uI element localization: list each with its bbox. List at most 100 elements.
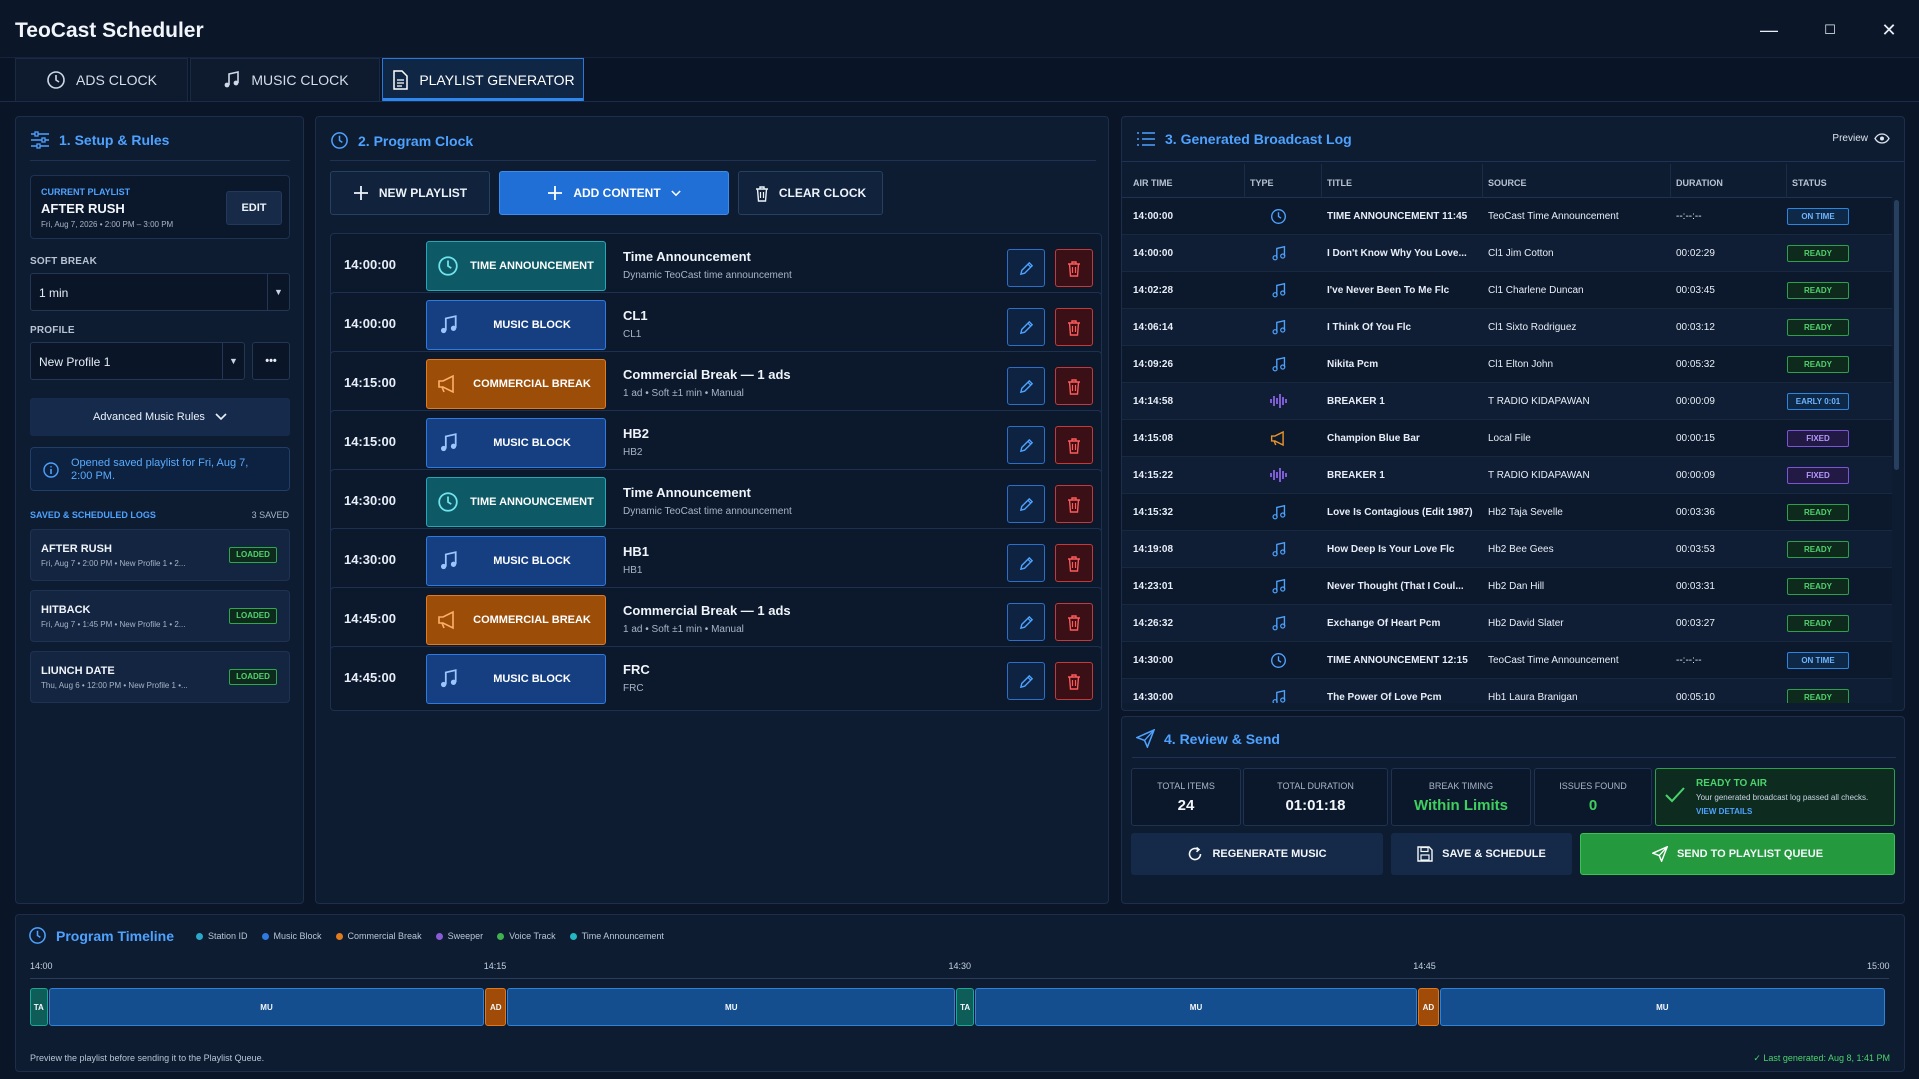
chevron-down-icon: ▼ xyxy=(267,274,289,310)
broadcast-log-title: 3. Generated Broadcast Log xyxy=(1136,131,1352,147)
saved-log-item[interactable]: LIUNCH DATE Thu, Aug 6 • 12:00 PM • New … xyxy=(30,651,290,703)
edit-playlist-button[interactable]: EDIT xyxy=(226,191,282,225)
pencil-icon xyxy=(1019,615,1034,630)
edit-row-button[interactable] xyxy=(1007,249,1045,287)
view-details-link[interactable]: VIEW DETAILS xyxy=(1696,807,1752,816)
legend-item: Music Block xyxy=(261,931,322,941)
column-divider xyxy=(1244,164,1245,198)
legend-dot xyxy=(261,932,269,940)
table-row[interactable]: 14:15:22 BREAKER 1 T RADIO KIDAPAWAN 00:00:… xyxy=(1122,457,1892,494)
timeline-segment[interactable]: TA xyxy=(956,988,974,1026)
current-playlist-meta: Fri, Aug 7, 2026 • 2:00 PM – 3:00 PM xyxy=(41,220,174,229)
program-clock-title: 2. Program Clock xyxy=(330,131,473,150)
log-column-header[interactable]: AIR TIME xyxy=(1133,178,1173,188)
table-row[interactable]: 14:14:58 BREAKER 1 T RADIO KIDAPAWAN 00:00:… xyxy=(1122,383,1892,420)
clock-row[interactable]: 14:15:00 COMMERCIAL BREAK Commercial Break… xyxy=(330,351,1102,416)
status-badge: READY xyxy=(1787,615,1849,632)
table-row[interactable]: 14:02:28 I've Never Been To Me Flc Cl1 Cha… xyxy=(1122,272,1892,309)
saved-log-item[interactable]: HITBACK Fri, Aug 7 • 1:45 PM • New Profi… xyxy=(30,590,290,642)
saved-log-item[interactable]: AFTER RUSH Fri, Aug 7 • 2:00 PM • New Pr… xyxy=(30,529,290,581)
edit-row-button[interactable] xyxy=(1007,426,1045,464)
duration-cell: 00:03:31 xyxy=(1676,581,1715,592)
log-column-header[interactable]: DURATION xyxy=(1676,178,1723,188)
delete-row-button[interactable] xyxy=(1055,603,1093,641)
clock-row-title: Commercial Break — 1 ads xyxy=(623,367,791,382)
log-scroll-area[interactable]: 14:00:00 TIME ANNOUNCEMENT 11:45 TeoCast T… xyxy=(1122,198,1892,703)
edit-row-button[interactable] xyxy=(1007,603,1045,641)
soft-break-select[interactable]: 1 min ▼ xyxy=(30,273,290,311)
timeline-segment[interactable]: MU xyxy=(48,988,485,1026)
close-button[interactable]: ✕ xyxy=(1874,16,1904,44)
tab-music-clock[interactable]: MUSIC CLOCK xyxy=(190,58,380,101)
delete-row-button[interactable] xyxy=(1055,544,1093,582)
edit-row-button[interactable] xyxy=(1007,367,1045,405)
clock-row[interactable]: 14:00:00 MUSIC BLOCK CL1 CL1 xyxy=(330,292,1102,357)
table-row[interactable]: 14:00:00 TIME ANNOUNCEMENT 11:45 TeoCast T… xyxy=(1122,198,1892,235)
timeline-segment[interactable]: AD xyxy=(1418,988,1439,1026)
tab-playlist-generator[interactable]: PLAYLIST GENERATOR xyxy=(382,58,584,101)
timeline-segment[interactable]: TA xyxy=(30,988,48,1026)
log-column-header[interactable]: TYPE xyxy=(1250,178,1274,188)
music-note-icon xyxy=(1270,282,1287,299)
delete-row-button[interactable] xyxy=(1055,308,1093,346)
table-row[interactable]: 14:23:01 Never Thought (That I Coul... Hb2… xyxy=(1122,568,1892,605)
air-time-cell: 14:26:32 xyxy=(1133,618,1174,629)
clock-row-subtitle: CL1 xyxy=(623,329,642,340)
delete-row-button[interactable] xyxy=(1055,367,1093,405)
log-column-header[interactable]: TITLE xyxy=(1327,178,1352,188)
profile-more-button[interactable]: ••• xyxy=(252,342,290,380)
clock-row[interactable]: 14:45:00 COMMERCIAL BREAK Commercial Break… xyxy=(330,587,1102,652)
timeline-segment[interactable]: MU xyxy=(1439,988,1885,1026)
clear-clock-button[interactable]: CLEAR CLOCK xyxy=(738,171,883,215)
table-row[interactable]: 14:19:08 How Deep Is Your Love Flc Hb2 Bee… xyxy=(1122,531,1892,568)
air-time-cell: 14:09:26 xyxy=(1133,359,1174,370)
advanced-music-rules-button[interactable]: Advanced Music Rules xyxy=(30,398,290,436)
timeline-segment[interactable]: MU xyxy=(507,988,956,1026)
log-scrollbar[interactable] xyxy=(1894,200,1899,470)
delete-row-button[interactable] xyxy=(1055,249,1093,287)
preview-toggle[interactable]: Preview xyxy=(1832,133,1890,144)
log-column-header[interactable]: SOURCE xyxy=(1488,178,1527,188)
tab-ads-clock[interactable]: ADS CLOCK xyxy=(15,58,188,101)
timeline-segment[interactable]: AD xyxy=(485,988,507,1026)
delete-row-button[interactable] xyxy=(1055,662,1093,700)
timeline-axis xyxy=(30,978,1889,979)
send-to-playlist-queue-button[interactable]: SEND TO PLAYLIST QUEUE xyxy=(1580,833,1895,875)
log-column-header[interactable]: STATUS xyxy=(1792,178,1827,188)
edit-row-button[interactable] xyxy=(1007,544,1045,582)
current-playlist-label: CURRENT PLAYLIST xyxy=(41,187,131,197)
clock-row[interactable]: 14:00:00 TIME ANNOUNCEMENT Time Announceme… xyxy=(330,233,1102,298)
table-row[interactable]: 14:09:26 Nikita Pcm Cl1 Elton John 00:05:32… xyxy=(1122,346,1892,383)
table-row[interactable]: 14:30:00 The Power Of Love Pcm Hb1 Laura B… xyxy=(1122,679,1892,703)
profile-select[interactable]: New Profile 1 ▼ xyxy=(30,342,245,380)
megaphone-icon xyxy=(427,373,469,395)
clock-row[interactable]: 14:45:00 MUSIC BLOCK FRC FRC xyxy=(330,646,1102,711)
table-row[interactable]: 14:26:32 Exchange Of Heart Pcm Hb2 David S… xyxy=(1122,605,1892,642)
timeline-segment[interactable]: MU xyxy=(974,988,1418,1026)
clock-row[interactable]: 14:30:00 TIME ANNOUNCEMENT Time Announceme… xyxy=(330,469,1102,534)
send-icon xyxy=(1651,846,1668,862)
clock-row[interactable]: 14:15:00 MUSIC BLOCK HB2 HB2 xyxy=(330,410,1102,475)
table-row[interactable]: 14:06:14 I Think Of You Flc Cl1 Sixto Rodr… xyxy=(1122,309,1892,346)
source-cell: Hb1 Laura Branigan xyxy=(1488,692,1578,703)
edit-row-button[interactable] xyxy=(1007,308,1045,346)
table-row[interactable]: 14:00:00 I Don't Know Why You Love... Cl1 … xyxy=(1122,235,1892,272)
regenerate-music-button[interactable]: REGENERATE MUSIC xyxy=(1131,833,1383,875)
save-schedule-button[interactable]: SAVE & SCHEDULE xyxy=(1391,833,1572,875)
table-row[interactable]: 14:30:00 TIME ANNOUNCEMENT 12:15 TeoCast T… xyxy=(1122,642,1892,679)
title-cell: I Think Of You Flc xyxy=(1327,322,1412,333)
delete-row-button[interactable] xyxy=(1055,485,1093,523)
table-row[interactable]: 14:15:32 Love Is Contagious (Edit 1987) Hb… xyxy=(1122,494,1892,531)
minimize-button[interactable]: — xyxy=(1754,16,1784,44)
table-row[interactable]: 14:15:08 Champion Blue Bar Local File 00:00… xyxy=(1122,420,1892,457)
duration-cell: --:--:-- xyxy=(1676,655,1702,666)
maximize-button[interactable]: ☐ xyxy=(1815,16,1845,44)
add-content-button[interactable]: ADD CONTENT xyxy=(499,171,729,215)
clock-row[interactable]: 14:30:00 MUSIC BLOCK HB1 HB1 xyxy=(330,528,1102,593)
edit-row-button[interactable] xyxy=(1007,485,1045,523)
new-playlist-button[interactable]: NEW PLAYLIST xyxy=(330,171,490,215)
edit-row-button[interactable] xyxy=(1007,662,1045,700)
delete-row-button[interactable] xyxy=(1055,426,1093,464)
review-title: 4. Review & Send xyxy=(1136,729,1280,748)
clock-icon xyxy=(1270,652,1287,669)
